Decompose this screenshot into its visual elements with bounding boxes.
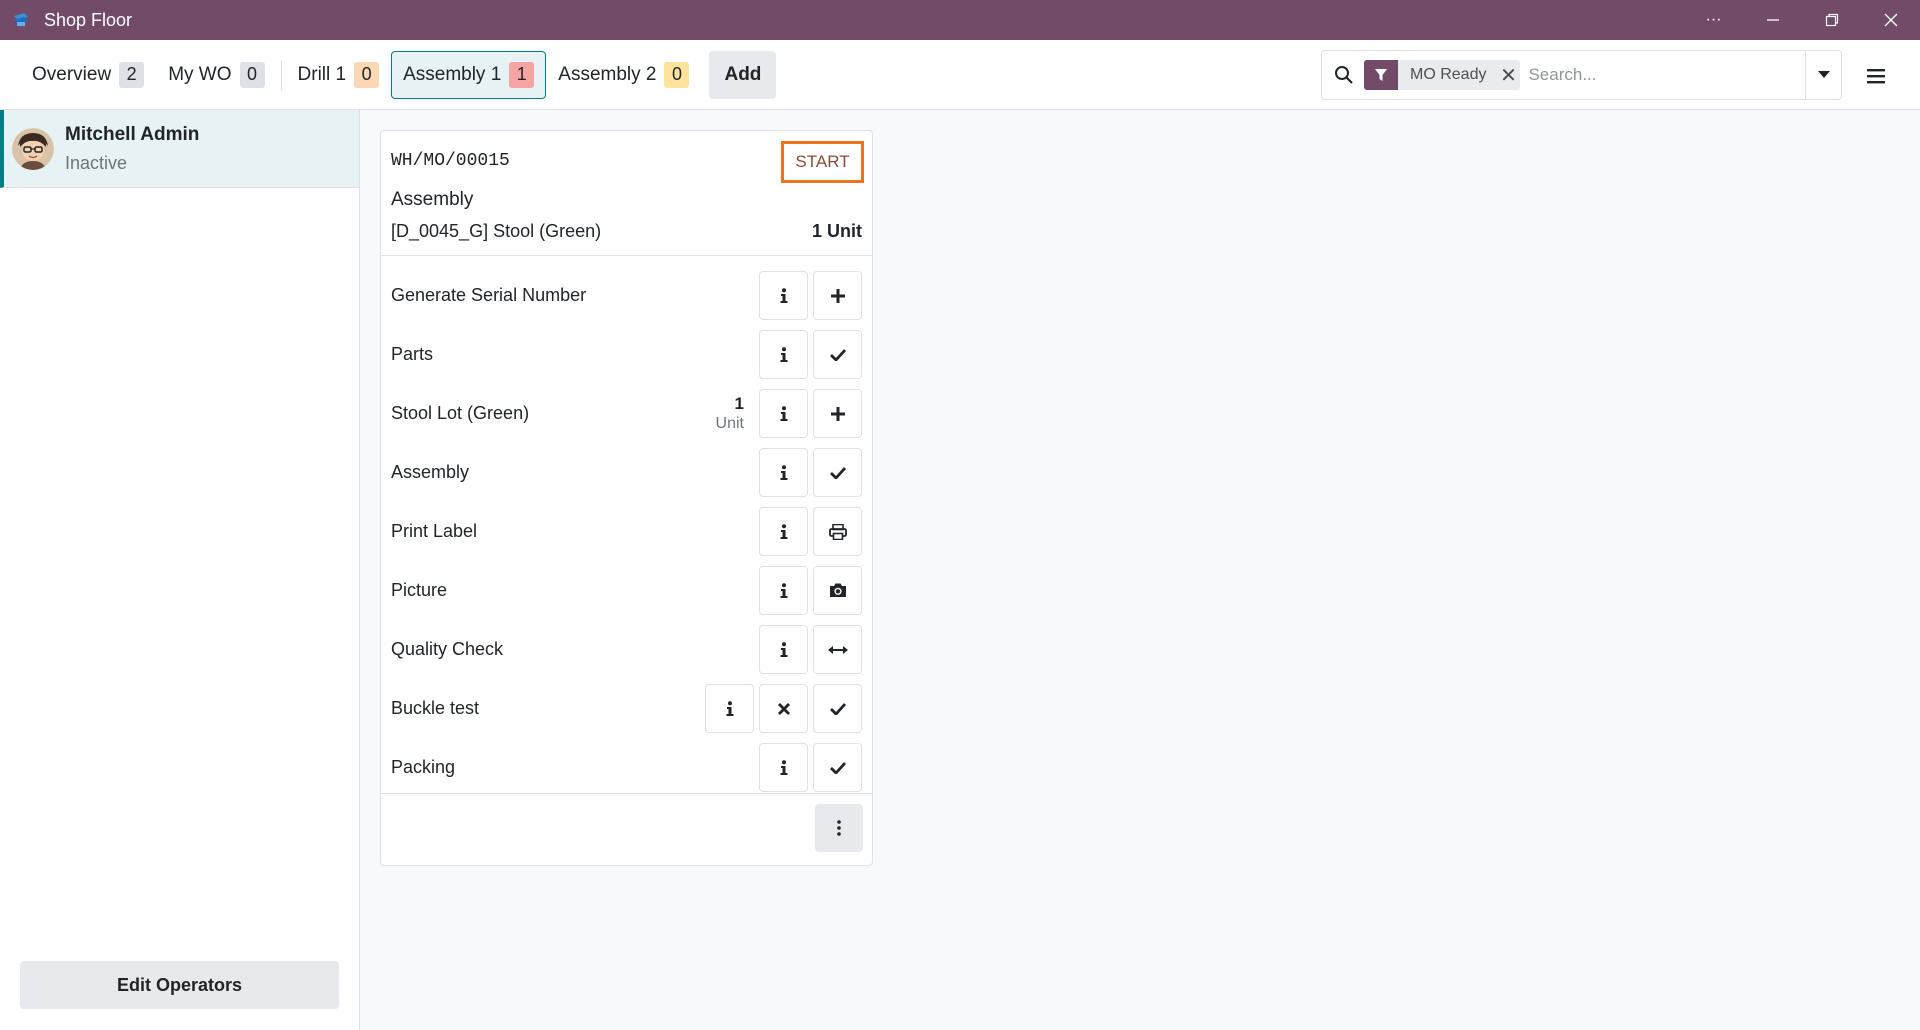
step-label: Stool Lot (Green) [391,403,530,423]
list-item[interactable]: Assembly [391,443,862,502]
caret-down-icon [1817,71,1830,78]
operator-status: Inactive [65,152,128,173]
tab-count-badge: 2 [119,61,145,88]
facet-label: MO Ready [1410,66,1487,83]
step-quantity: 1 [734,393,744,413]
card-footer [381,794,872,865]
edit-operators-button[interactable]: Edit Operators [20,961,339,1009]
step-label: Packing [391,757,456,777]
list-item[interactable]: Packing [391,738,862,797]
work-order-card: WH/MO/00015 START Assembly [D_0045_G] St… [380,130,873,866]
step-label: Parts [391,344,434,364]
list-item[interactable]: Picture [391,561,862,620]
info-icon[interactable] [705,684,754,733]
check-icon[interactable] [813,448,862,497]
check-icon[interactable] [813,743,862,792]
info-icon[interactable] [759,625,808,674]
list-item[interactable]: Quality Check [391,620,862,679]
card-header: WH/MO/00015 START Assembly [D_0045_G] St… [381,131,872,256]
list-item[interactable]: Stool Lot (Green) 1 Unit [391,384,862,443]
camera-icon[interactable] [813,566,862,615]
filter-facet: MO Ready ✕ [1364,60,1521,90]
info-icon[interactable] [759,743,808,792]
search-input[interactable] [1528,55,1805,95]
add-workcenter-button[interactable]: Add [709,50,777,99]
kebab-menu-icon[interactable] [815,804,863,852]
info-icon[interactable] [759,566,808,615]
info-icon[interactable] [759,507,808,556]
plus-icon[interactable] [813,389,862,438]
check-icon[interactable] [813,684,862,733]
step-label: Generate Serial Number [391,285,587,305]
tab-label: Overview [32,63,112,85]
workcenter-name: Assembly [391,189,474,210]
search-icon[interactable] [1324,65,1364,85]
step-label: Print Label [391,521,478,541]
avatar [12,127,54,170]
step-list: Generate Serial Number Parts Stool Lot (… [381,256,872,794]
product-quantity: 1 Unit [811,221,862,241]
tab-label: Assembly 1 [403,63,502,85]
product-name: [D_0045_G] Stool (Green) [391,221,602,241]
list-item[interactable]: Print Label [391,502,862,561]
tab-separator [280,59,282,90]
operator-name: Mitchell Admin [65,123,200,145]
operator-sidebar: Mitchell Admin Inactive Edit Operators [0,110,360,1030]
restore-icon[interactable] [1802,0,1861,40]
tab-label: Drill 1 [297,63,347,85]
plus-icon[interactable] [813,271,862,320]
close-icon[interactable] [1861,0,1920,40]
workcenter-tabs: Overview 2 My WO 0 Drill 1 0 Assembly 1 … [20,50,777,100]
tab-count-badge: 0 [354,61,380,88]
tab-label: Assembly 2 [558,63,657,85]
step-label: Buckle test [391,698,480,718]
tab-count-badge: 0 [664,61,690,88]
info-icon[interactable] [759,389,808,438]
tab-assembly-2[interactable]: Assembly 2 0 [546,51,701,99]
list-item[interactable]: Generate Serial Number [391,266,862,325]
measure-icon[interactable] [813,625,862,674]
tab-my-wo[interactable]: My WO 0 [156,51,276,99]
tab-overview[interactable]: Overview 2 [20,51,156,99]
list-item[interactable]: Parts [391,325,862,384]
top-nav: Overview 2 My WO 0 Drill 1 0 Assembly 1 … [0,40,1920,110]
start-button[interactable]: START [781,141,864,183]
list-item[interactable]: Buckle test [391,679,862,738]
tab-assembly-1[interactable]: Assembly 1 1 [391,50,547,99]
step-label: Assembly [391,462,470,482]
minimize-icon[interactable] [1743,0,1802,40]
title-bar: Shop Floor ··· [0,0,1920,40]
tab-count-badge: 0 [239,61,265,88]
tab-label: My WO [168,63,232,85]
tab-drill-1[interactable]: Drill 1 0 [286,51,392,99]
info-icon[interactable] [759,271,808,320]
tab-count-badge: 1 [509,61,535,88]
step-unit: Unit [715,415,744,433]
info-icon[interactable] [759,448,808,497]
remove-facet-icon[interactable]: ✕ [1496,60,1520,90]
more-options-icon[interactable]: ··· [1684,0,1743,40]
operator-item[interactable]: Mitchell Admin Inactive [0,110,359,188]
search-bar: MO Ready ✕ [1321,50,1842,100]
app-logo-icon [14,13,28,26]
filter-icon [1364,60,1398,90]
step-label: Picture [391,580,448,600]
hamburger-menu-icon[interactable] [1858,62,1894,90]
info-icon[interactable] [759,330,808,379]
print-icon[interactable] [813,507,862,556]
search-options-toggle[interactable] [1805,51,1841,99]
check-icon[interactable] [813,330,862,379]
window-title: Shop Floor [44,9,133,30]
fail-icon[interactable] [759,684,808,733]
step-label: Quality Check [391,639,504,659]
